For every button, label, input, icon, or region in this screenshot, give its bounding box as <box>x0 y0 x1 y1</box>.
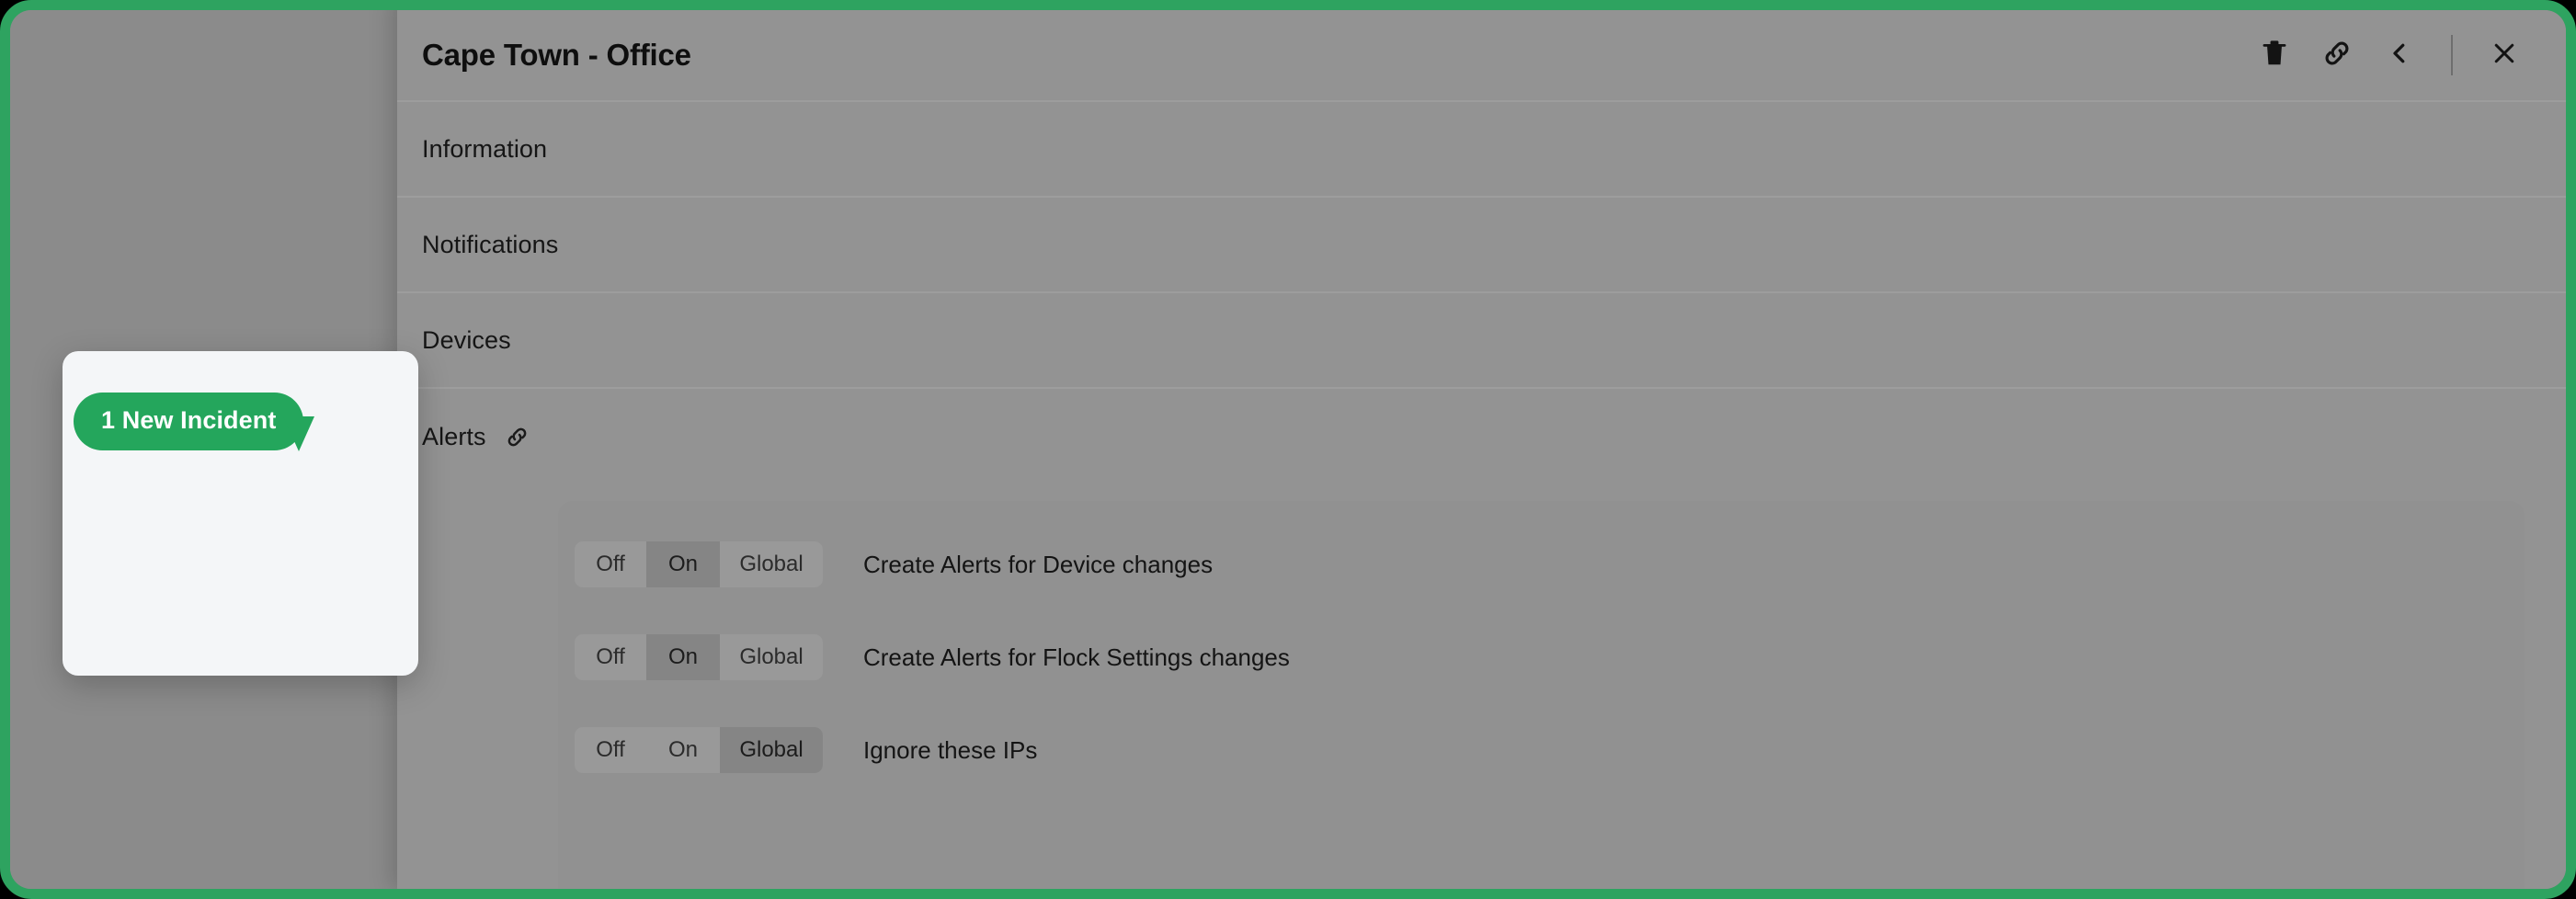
alert-setting-label: Create Alerts for Device changes <box>863 550 1214 578</box>
header-actions <box>2243 24 2536 86</box>
link-icon <box>2321 38 2353 74</box>
section-row-notifications[interactable]: Notifications <box>397 198 2566 293</box>
close-icon <box>2491 40 2518 72</box>
segmented-control-ignore-ips[interactable]: Off On Global <box>575 727 823 773</box>
segment-on[interactable]: On <box>646 541 720 587</box>
alerts-link-icon[interactable] <box>505 425 530 450</box>
incident-badge: 1 New Incident <box>74 393 304 450</box>
section-row-devices[interactable]: Devices <box>397 293 2566 389</box>
segmented-control-flock-settings[interactable]: Off On Global <box>575 634 823 680</box>
section-row-alerts[interactable]: Alerts <box>397 389 2566 484</box>
segment-global[interactable]: Global <box>720 634 823 680</box>
incident-notification-card[interactable]: 1 New Incident <box>63 351 418 676</box>
section-label: Notifications <box>422 230 559 258</box>
segment-on[interactable]: On <box>646 634 720 680</box>
segment-global[interactable]: Global <box>720 541 823 587</box>
link-button[interactable] <box>2306 24 2368 86</box>
section-label: Devices <box>422 325 511 354</box>
chevron-left-icon <box>2386 40 2413 72</box>
panel-header: Cape Town - Office <box>397 10 2566 102</box>
section-label: Alerts <box>422 422 486 450</box>
desktop-scrim: Cape Town - Office Information Notificat… <box>10 10 2566 889</box>
screen-recording-frame: Cape Town - Office Information Notificat… <box>0 0 2576 899</box>
alert-setting-row: Off On Global Create Alerts for Flock Se… <box>558 631 2525 684</box>
section-label: Information <box>422 134 548 163</box>
alert-setting-label: Create Alerts for Flock Settings changes <box>863 643 1290 671</box>
section-row-information[interactable]: Information <box>397 102 2566 198</box>
segment-off[interactable]: Off <box>575 727 646 773</box>
segment-off[interactable]: Off <box>575 541 646 587</box>
segmented-control-device-changes[interactable]: Off On Global <box>575 541 823 587</box>
back-button[interactable] <box>2368 24 2431 86</box>
close-button[interactable] <box>2473 24 2536 86</box>
alerts-settings-panel: Off On Global Create Alerts for Device c… <box>558 501 2525 889</box>
speech-bubble-tail <box>283 416 314 451</box>
detail-panel: Cape Town - Office Information Notificat… <box>397 10 2566 889</box>
alert-setting-label: Ignore these IPs <box>863 735 1038 764</box>
header-divider <box>2451 35 2453 75</box>
segment-on[interactable]: On <box>646 727 720 773</box>
trash-icon <box>2261 39 2288 73</box>
segment-global[interactable]: Global <box>720 727 823 773</box>
alert-setting-row: Off On Global Ignore these IPs <box>558 723 2525 777</box>
alert-setting-row: Off On Global Create Alerts for Device c… <box>558 538 2525 591</box>
speech-bubble: 1 New Incident <box>74 393 304 450</box>
page-title: Cape Town - Office <box>422 38 691 72</box>
segment-off[interactable]: Off <box>575 634 646 680</box>
delete-button[interactable] <box>2243 24 2306 86</box>
